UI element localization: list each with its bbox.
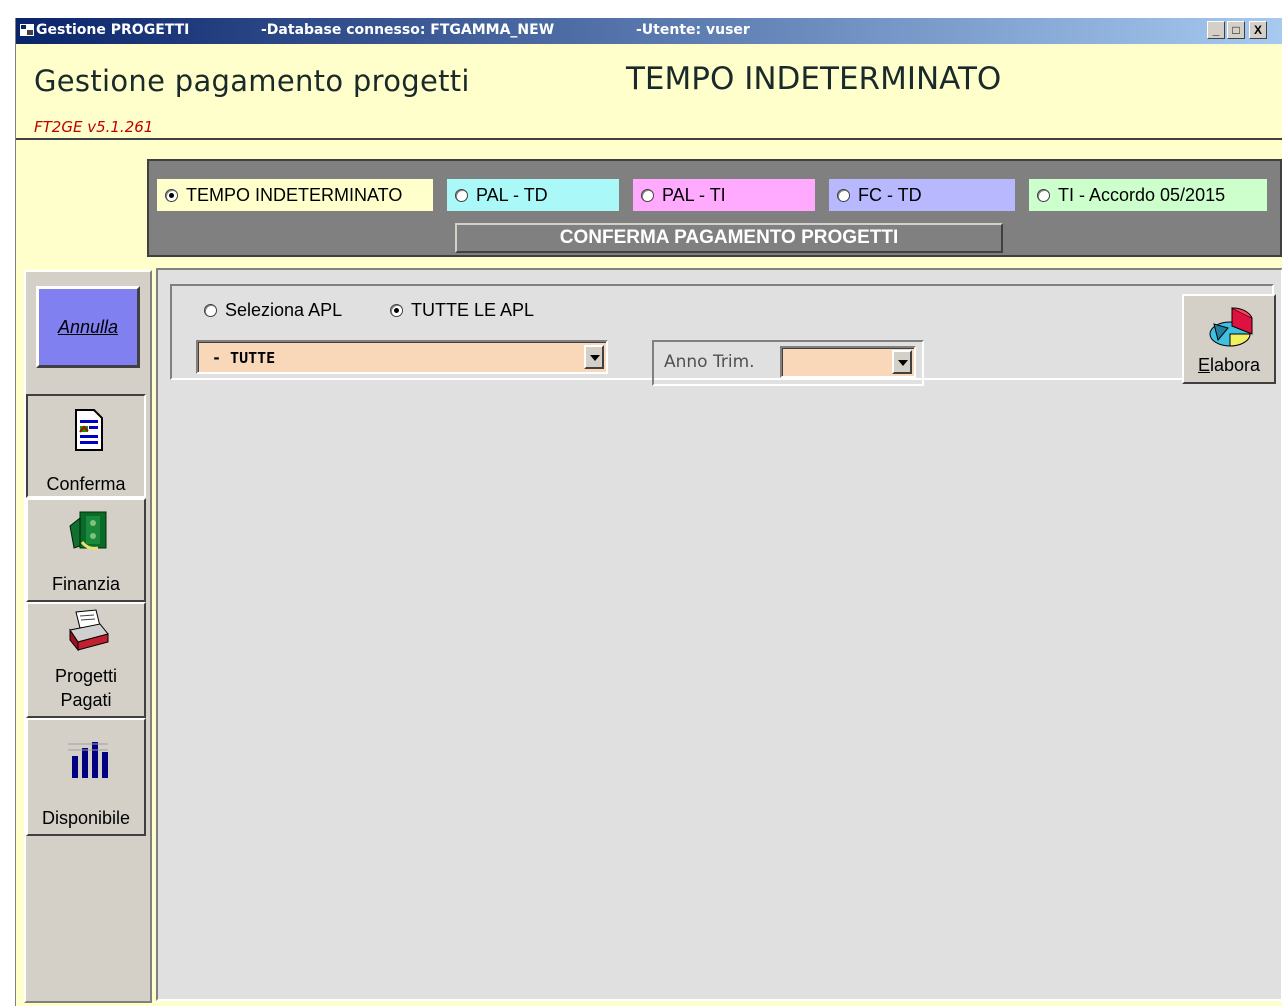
sidebar-item-disponibile[interactable]: Disponibile <box>26 718 146 836</box>
option-ti-accordo[interactable]: TI - Accordo 05/2015 <box>1029 179 1267 211</box>
title-app: Gestione PROGETTI <box>36 22 190 38</box>
radio-label: TUTTE LE APL <box>411 300 535 320</box>
option-label: PAL - TD <box>476 184 548 205</box>
radio-icon <box>455 188 468 202</box>
elabora-label-rest: labora <box>1209 355 1261 375</box>
title-database: -Database connesso: FTGAMMA_NEW <box>261 22 555 38</box>
page-title: Gestione pagamento progetti <box>34 64 470 98</box>
radio-icon <box>165 188 178 202</box>
app-icon <box>20 24 34 36</box>
option-label: TI - Accordo 05/2015 <box>1058 184 1226 205</box>
option-tempo-indeterminato[interactable]: TEMPO INDETERMINATO <box>157 179 433 211</box>
main-content: Seleziona APL TUTTE LE APL - TUTTE Anno … <box>156 268 1282 1001</box>
sidebar-item-progetti-pagati[interactable]: Progetti Pagati <box>26 602 146 718</box>
radio-icon <box>390 304 403 317</box>
radio-icon <box>641 188 654 202</box>
bar-chart-icon <box>68 742 108 778</box>
header-divider <box>16 138 1282 140</box>
title-user: -Utente: vuser <box>636 22 750 38</box>
chevron-down-icon[interactable] <box>584 345 604 369</box>
version-label: FT2GE v5.1.261 <box>34 118 154 136</box>
option-label: TEMPO INDETERMINATO <box>186 184 403 205</box>
sidebar-item-label: Conferma <box>46 474 126 494</box>
sidebar-item-label: Progetti Pagati <box>54 666 118 710</box>
apl-combo[interactable]: - TUTTE <box>196 340 608 374</box>
radio-label: Seleziona APL <box>225 300 343 320</box>
chevron-down-icon[interactable] <box>892 350 912 374</box>
main-window: Gestione PROGETTI -Database connesso: FT… <box>15 18 1282 1006</box>
printer-icon <box>69 609 109 652</box>
contract-type-title: TEMPO INDETERMINATO <box>626 61 1002 97</box>
confirm-payment-bar[interactable]: CONFERMA PAGAMENTO PROGETTI <box>455 223 1003 253</box>
option-label: FC - TD <box>858 184 922 205</box>
option-label: PAL - TI <box>662 184 726 205</box>
minimize-button[interactable]: _ <box>1207 21 1225 39</box>
radio-icon <box>1037 188 1050 202</box>
annulla-button[interactable]: Annulla <box>36 286 140 368</box>
maximize-button[interactable]: □ <box>1227 21 1245 39</box>
radio-tutte-apl[interactable]: TUTTE LE APL <box>390 300 534 321</box>
document-icon <box>75 409 103 451</box>
sidebar-item-label: Disponibile <box>41 808 131 828</box>
option-pal-td[interactable]: PAL - TD <box>447 179 619 211</box>
contract-type-panel: TEMPO INDETERMINATO PAL - TD PAL - TI FC… <box>147 159 1282 257</box>
elabora-label: Elabora <box>1184 355 1274 376</box>
radio-icon <box>204 304 217 317</box>
close-button[interactable]: X <box>1249 21 1267 39</box>
option-fc-td[interactable]: FC - TD <box>829 179 1015 211</box>
anno-trim-combo[interactable] <box>780 346 916 378</box>
elabora-button[interactable]: Elabora <box>1182 294 1276 384</box>
option-pal-ti[interactable]: PAL - TI <box>633 179 815 211</box>
elabora-hotkey: E <box>1197 355 1210 375</box>
filter-frame: Seleziona APL TUTTE LE APL - TUTTE Anno … <box>170 284 1276 386</box>
title-bar[interactable]: Gestione PROGETTI -Database connesso: FT… <box>16 18 1282 44</box>
sidebar-item-finanzia[interactable]: Finanzia <box>26 498 146 602</box>
anno-trim-frame: Anno Trim. <box>652 340 924 386</box>
sidebar-item-label: Finanzia <box>51 574 121 594</box>
money-icon <box>69 511 107 550</box>
radio-icon <box>837 188 850 202</box>
pie-chart-icon <box>1209 307 1253 347</box>
anno-trim-label: Anno Trim. <box>664 352 755 372</box>
apl-combo-value: - TUTTE <box>212 349 276 367</box>
sidebar-item-conferma[interactable]: Conferma <box>26 394 146 498</box>
radio-seleziona-apl[interactable]: Seleziona APL <box>204 300 342 321</box>
